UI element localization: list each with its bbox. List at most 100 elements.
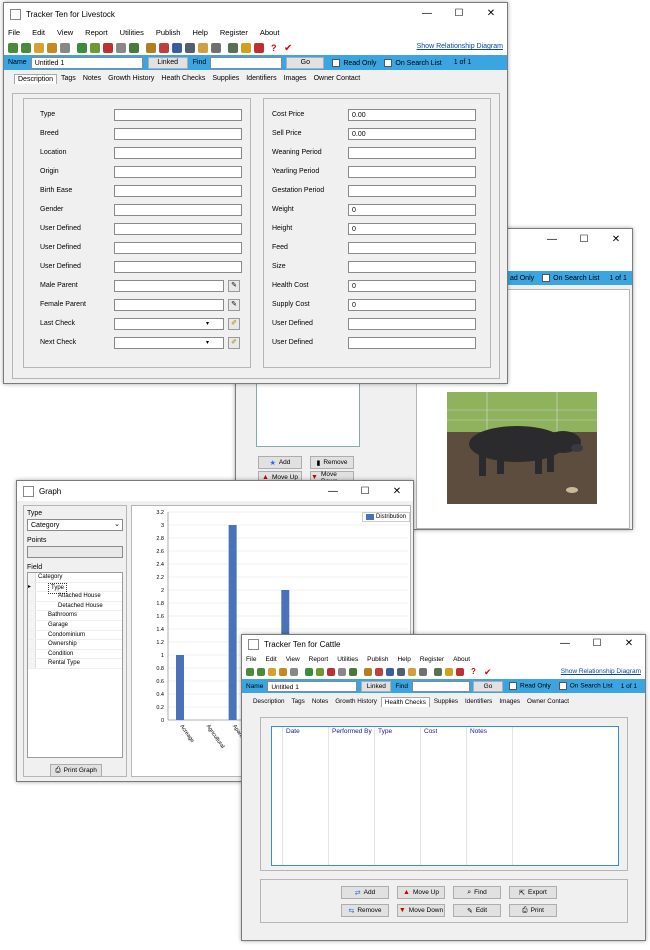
field-input[interactable] — [348, 261, 476, 273]
sort-icon[interactable] — [268, 668, 276, 676]
tab-notes[interactable]: Notes — [309, 697, 331, 707]
field-input[interactable]: 0 — [348, 204, 476, 216]
field-input[interactable]: 0 — [348, 223, 476, 235]
tree-row[interactable]: Rental Type — [28, 659, 122, 669]
go-button[interactable]: Go — [286, 56, 325, 69]
menu-help[interactable]: Help — [397, 656, 410, 663]
backup-icon[interactable] — [456, 668, 464, 676]
tab-identifiers[interactable]: Identifiers — [462, 697, 495, 707]
edit-button[interactable]: ✎ Edit — [453, 904, 501, 917]
health-checks-table[interactable]: Date Performed By Type Cost Notes — [271, 726, 619, 866]
field-input[interactable]: 0.00 — [348, 109, 476, 121]
find-input[interactable] — [210, 56, 283, 69]
field-input[interactable] — [114, 261, 242, 273]
duplicate-icon[interactable] — [116, 42, 126, 53]
new-record-icon[interactable] — [77, 42, 87, 53]
type-select[interactable]: Category ⌄ — [27, 519, 123, 531]
tab-health-checks[interactable]: Health Checks — [380, 697, 430, 707]
new-record-icon[interactable] — [305, 668, 313, 676]
field-input[interactable] — [348, 166, 476, 178]
points-spinner[interactable] — [27, 546, 123, 558]
settings-icon[interactable] — [434, 668, 442, 676]
field-input[interactable]: 0 — [348, 299, 476, 311]
tree-row[interactable]: Bathrooms — [28, 611, 122, 621]
tab-identifiers[interactable]: Identifiers — [243, 74, 279, 84]
field-input[interactable]: 0 — [348, 280, 476, 292]
col-date[interactable]: Date — [286, 728, 300, 735]
menu-view[interactable]: View — [286, 656, 300, 663]
field-input[interactable] — [114, 109, 242, 121]
photo-icon[interactable] — [408, 668, 416, 676]
tree-row[interactable]: Detached House — [28, 601, 122, 612]
grid-icon[interactable] — [386, 668, 394, 676]
menu-file[interactable]: File — [246, 656, 256, 663]
field-input[interactable] — [114, 223, 242, 235]
close-button[interactable]: ✕ — [475, 3, 507, 25]
menu-report[interactable]: Report — [85, 28, 108, 37]
grid-icon[interactable] — [172, 42, 182, 53]
field-input[interactable] — [114, 299, 224, 311]
col-cost[interactable]: Cost — [424, 728, 437, 735]
tab-supplies[interactable]: Supplies — [431, 697, 461, 707]
maximize-button[interactable]: ☐ — [349, 481, 381, 503]
col-performed-by[interactable]: Performed By — [332, 728, 372, 735]
menu-edit[interactable]: Edit — [265, 656, 276, 663]
check-icon[interactable]: ✔ — [484, 667, 494, 677]
first-record-icon[interactable] — [246, 668, 254, 676]
tab-tags[interactable]: Tags — [289, 697, 308, 707]
tab-description[interactable]: Description — [250, 697, 288, 707]
add-button[interactable]: ⇄ Add — [341, 886, 389, 899]
menu-file[interactable]: File — [8, 28, 20, 37]
print-icon[interactable] — [419, 668, 427, 676]
menu-report[interactable]: Report — [309, 656, 329, 663]
copy-record-icon[interactable] — [316, 668, 324, 676]
tab-description[interactable]: Description — [14, 74, 58, 84]
menu-utilities[interactable]: Utilities — [120, 28, 144, 37]
field-input[interactable] — [114, 242, 242, 254]
field-input[interactable] — [114, 166, 242, 178]
chart-icon[interactable] — [375, 668, 383, 676]
tab-notes[interactable]: Notes — [80, 74, 104, 84]
field-input[interactable] — [114, 204, 242, 216]
sort-icon[interactable] — [34, 42, 44, 53]
calendar-dropdown-icon[interactable]: ▾ — [206, 320, 209, 327]
tab-images[interactable]: Images — [281, 74, 310, 84]
field-input[interactable] — [114, 280, 224, 292]
folder-icon[interactable] — [445, 668, 453, 676]
backup-icon[interactable] — [254, 42, 264, 53]
print-button[interactable]: ⎙ Print — [509, 904, 557, 917]
field-input[interactable] — [114, 185, 242, 197]
export-button[interactable]: ⇱ Export — [509, 886, 557, 899]
chart-icon[interactable] — [159, 42, 169, 53]
field-input[interactable] — [348, 318, 476, 330]
tab-owner-contact[interactable]: Owner Contact — [524, 697, 572, 707]
delete-record-icon[interactable] — [103, 42, 113, 53]
show-relationship-diagram-link[interactable]: Show Relationship Diagram — [561, 668, 641, 675]
move-up-button[interactable]: ▲ Move Up — [397, 886, 445, 899]
help-icon[interactable]: ? — [471, 667, 481, 677]
menu-publish[interactable]: Publish — [367, 656, 388, 663]
minimize-button[interactable]: — — [536, 229, 568, 251]
linked-button[interactable]: Linked — [361, 680, 392, 692]
field-input[interactable] — [114, 128, 242, 140]
find-input[interactable] — [412, 680, 470, 692]
remove-button[interactable]: ⇆ Remove — [341, 904, 389, 917]
prev-record-icon[interactable] — [257, 668, 265, 676]
maximize-button[interactable]: ☐ — [568, 229, 600, 251]
on-search-list-checkbox[interactable]: On Search List — [542, 274, 599, 282]
tab-supplies[interactable]: Supplies — [209, 74, 242, 84]
tree-row[interactable]: Ownership — [28, 640, 122, 650]
menu-help[interactable]: Help — [192, 28, 207, 37]
first-record-icon[interactable] — [8, 42, 18, 53]
print-graph-button[interactable]: ⎙ Print Graph — [50, 764, 102, 777]
show-relationship-diagram-link[interactable]: Show Relationship Diagram — [417, 43, 503, 50]
read-only-checkbox[interactable]: Read Only — [332, 58, 376, 67]
find-button[interactable]: ⌕ Find — [453, 886, 501, 899]
maximize-button[interactable]: ☐ — [443, 3, 475, 25]
remove-tag-button[interactable]: ▮ Remove — [310, 456, 354, 469]
check-icon[interactable]: ✔ — [284, 43, 294, 54]
table-icon[interactable] — [185, 42, 195, 53]
read-only-checkbox[interactable]: Read Only — [509, 682, 551, 690]
set-date-icon[interactable]: ✐ — [228, 318, 240, 330]
col-notes[interactable]: Notes — [470, 728, 487, 735]
